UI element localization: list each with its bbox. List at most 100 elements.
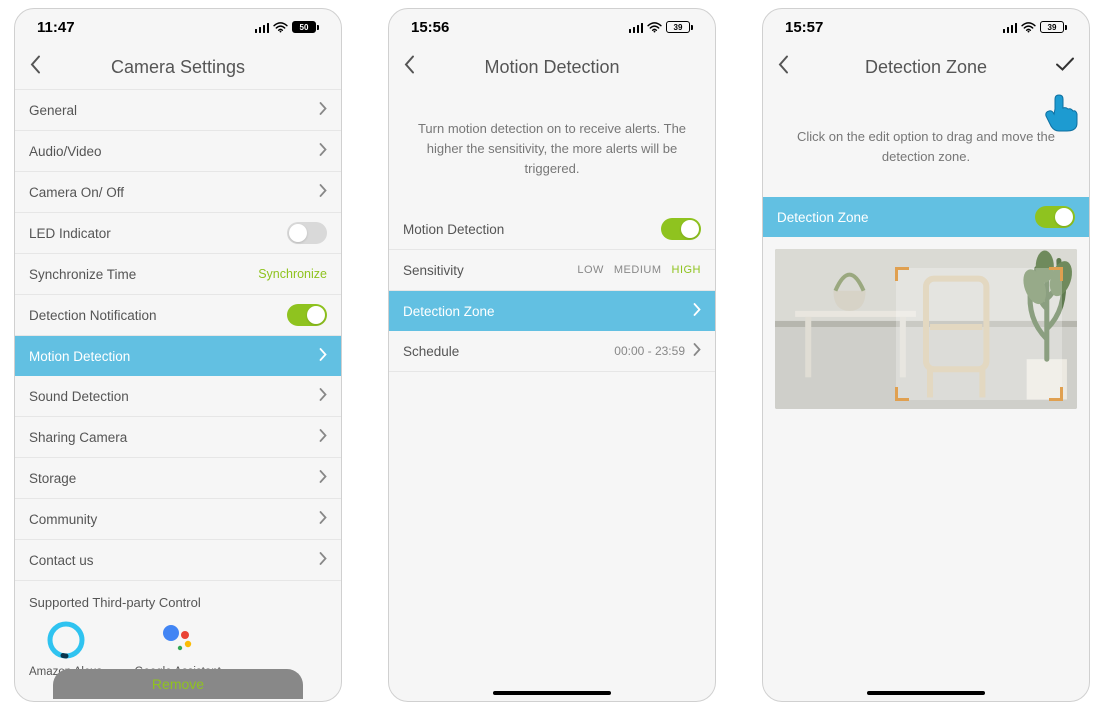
- settings-row-camera-on-off[interactable]: Camera On/ Off: [15, 172, 341, 213]
- alexa-icon: [46, 620, 86, 660]
- back-icon[interactable]: [403, 55, 417, 80]
- settings-row-audio-video[interactable]: Audio/Video: [15, 131, 341, 172]
- detection-zone-banner: Detection Zone: [763, 197, 1089, 237]
- cellular-icon: [255, 22, 270, 33]
- zone-label: Detection Zone: [777, 210, 869, 225]
- chevron-right-icon: [319, 184, 327, 200]
- header: Motion Detection: [389, 45, 715, 89]
- status-bar: 15:56 39: [389, 9, 715, 45]
- row-label: Sensitivity: [403, 263, 464, 278]
- chevron-right-icon: [319, 102, 327, 118]
- row-label: Motion Detection: [403, 222, 504, 237]
- settings-row-sound-detection[interactable]: Sound Detection: [15, 376, 341, 417]
- sensitivity-option-low[interactable]: LOW: [577, 264, 604, 276]
- page-title: Motion Detection: [484, 57, 619, 78]
- sensitivity-row[interactable]: Sensitivity LOW MEDIUM HIGH: [389, 250, 715, 291]
- battery-icon: 50: [292, 21, 319, 33]
- confirm-icon[interactable]: [1055, 57, 1075, 78]
- settings-row-sharing-camera[interactable]: Sharing Camera: [15, 417, 341, 458]
- row-label: Contact us: [29, 553, 94, 568]
- resize-handle-tl[interactable]: [895, 267, 909, 281]
- sensitivity-option-medium[interactable]: MEDIUM: [614, 264, 662, 276]
- chevron-right-icon: [693, 303, 701, 319]
- settings-row-synchronize-time[interactable]: Synchronize Time Synchronize: [15, 254, 341, 295]
- battery-icon: 39: [666, 21, 693, 33]
- row-label: Audio/Video: [29, 144, 102, 159]
- zone-toggle[interactable]: [1035, 206, 1075, 228]
- description-text: Turn motion detection on to receive aler…: [389, 89, 715, 209]
- settings-row-community[interactable]: Community: [15, 499, 341, 540]
- row-label: Detection Notification: [29, 308, 157, 323]
- toggle[interactable]: [287, 304, 327, 326]
- settings-row-detection-notification[interactable]: Detection Notification: [15, 295, 341, 336]
- settings-row-contact-us[interactable]: Contact us: [15, 540, 341, 581]
- row-label: Storage: [29, 471, 76, 486]
- header: Detection Zone: [763, 45, 1089, 89]
- header: Camera Settings: [15, 45, 341, 89]
- resize-handle-tr[interactable]: [1049, 267, 1063, 281]
- chevron-right-icon: [319, 470, 327, 486]
- home-indicator[interactable]: [867, 691, 985, 695]
- status-right: 39: [1003, 21, 1068, 33]
- detection-zone-row[interactable]: Detection Zone: [389, 291, 715, 331]
- phone-detection-zone: 15:57 39 Detection Zone Click on the edi…: [762, 8, 1090, 702]
- chevron-right-icon: [693, 343, 701, 359]
- remove-button[interactable]: Remove: [53, 669, 303, 699]
- google-assistant-icon: [158, 620, 198, 660]
- status-time: 15:57: [785, 19, 823, 36]
- phone-camera-settings: 11:47 50 Camera Settings General Audio/Vi…: [14, 8, 342, 702]
- chevron-right-icon: [319, 348, 327, 364]
- page-title: Camera Settings: [111, 57, 245, 78]
- back-icon[interactable]: [29, 55, 43, 80]
- row-label: Community: [29, 512, 97, 527]
- chevron-right-icon: [319, 552, 327, 568]
- back-icon[interactable]: [777, 55, 791, 80]
- settings-list: General Audio/Video Camera On/ Off LED Indi…: [15, 89, 341, 581]
- sensitivity-options[interactable]: LOW MEDIUM HIGH: [577, 264, 701, 276]
- motion-toggle[interactable]: [661, 218, 701, 240]
- row-label: General: [29, 103, 77, 118]
- chevron-right-icon: [319, 511, 327, 527]
- cellular-icon: [1003, 22, 1018, 33]
- sync-link[interactable]: Synchronize: [258, 267, 327, 281]
- status-right: 39: [629, 21, 694, 33]
- chevron-right-icon: [319, 429, 327, 445]
- resize-handle-br[interactable]: [1049, 387, 1063, 401]
- row-label: Schedule: [403, 344, 459, 359]
- settings-row-general[interactable]: General: [15, 89, 341, 131]
- sensitivity-option-high[interactable]: HIGH: [672, 264, 702, 276]
- motion-detection-row[interactable]: Motion Detection: [389, 209, 715, 250]
- row-label: Synchronize Time: [29, 267, 136, 282]
- tap-hand-icon: [1039, 91, 1083, 135]
- camera-preview[interactable]: [775, 249, 1077, 409]
- chevron-right-icon: [319, 143, 327, 159]
- resize-handle-bl[interactable]: [895, 387, 909, 401]
- row-label: Motion Detection: [29, 349, 130, 364]
- row-label: Detection Zone: [403, 304, 495, 319]
- settings-row-led-indicator[interactable]: LED Indicator: [15, 213, 341, 254]
- wifi-icon: [1021, 22, 1036, 33]
- wifi-icon: [273, 22, 288, 33]
- status-bar: 15:57 39: [763, 9, 1089, 45]
- wifi-icon: [647, 22, 662, 33]
- chevron-right-icon: [319, 388, 327, 404]
- home-indicator[interactable]: [493, 691, 611, 695]
- thirdparty-section: Supported Third-party Control Amazon Ale…: [15, 581, 341, 678]
- schedule-row[interactable]: Schedule 00:00 - 23:59: [389, 331, 715, 372]
- page-title: Detection Zone: [865, 57, 987, 78]
- battery-icon: 39: [1040, 21, 1067, 33]
- settings-row-storage[interactable]: Storage: [15, 458, 341, 499]
- row-label: Sound Detection: [29, 389, 129, 404]
- status-time: 15:56: [411, 19, 449, 36]
- row-label: Camera On/ Off: [29, 185, 124, 200]
- status-bar: 11:47 50: [15, 9, 341, 45]
- settings-row-motion-detection[interactable]: Motion Detection: [15, 336, 341, 376]
- toggle[interactable]: [287, 222, 327, 244]
- status-time: 11:47: [37, 19, 75, 36]
- schedule-value: 00:00 - 23:59: [614, 344, 685, 358]
- zone-selection-box[interactable]: [896, 268, 1062, 399]
- thirdparty-title: Supported Third-party Control: [29, 595, 327, 610]
- cellular-icon: [629, 22, 644, 33]
- phone-motion-detection: 15:56 39 Motion Detection Turn motion de…: [388, 8, 716, 702]
- status-right: 50: [255, 21, 320, 33]
